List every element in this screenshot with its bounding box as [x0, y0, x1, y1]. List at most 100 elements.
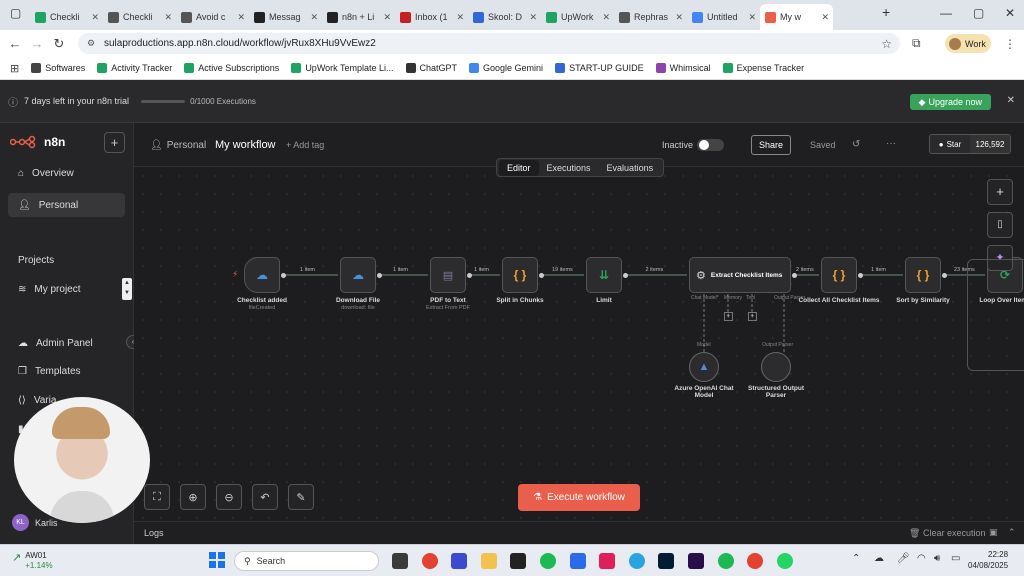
- browser-tab[interactable]: Avoid c ✕: [176, 4, 249, 30]
- browser-tab[interactable]: Inbox (1 ✕: [395, 4, 468, 30]
- bookmark-item[interactable]: Expense Tracker: [722, 63, 804, 73]
- node-output-handle[interactable]: [858, 273, 863, 278]
- pen-icon[interactable]: [569, 553, 586, 569]
- maximize-icon[interactable]: ▢: [973, 6, 984, 20]
- close-tab-icon[interactable]: ✕: [310, 12, 318, 23]
- sidebar-item-admin-panel[interactable]: ☁ Admin Panel: [8, 331, 125, 355]
- active-toggle[interactable]: [697, 139, 724, 151]
- node-output-handle[interactable]: [623, 273, 628, 278]
- spotify-icon[interactable]: [540, 553, 556, 569]
- file-explorer-icon[interactable]: [392, 553, 408, 569]
- node-output-handle[interactable]: [539, 273, 544, 278]
- workflow-node[interactable]: ⇊: [586, 257, 622, 293]
- browser-tab[interactable]: Checkli ✕: [103, 4, 176, 30]
- new-tab-plus-icon[interactable]: +: [882, 4, 890, 20]
- add-memory-button[interactable]: +: [724, 312, 733, 321]
- media-icon[interactable]: [451, 553, 468, 569]
- breadcrumb[interactable]: 👤︎ Personal: [150, 140, 206, 151]
- address-bar[interactable]: ⚙ sulaproductions.app.n8n.cloud/workflow…: [78, 33, 900, 54]
- browser-tab[interactable]: Checkli ✕: [30, 4, 103, 30]
- premiere-icon[interactable]: [688, 553, 704, 569]
- workflow-node[interactable]: ☁: [244, 257, 280, 293]
- clock[interactable]: 22:28 04/08/2025: [968, 549, 1008, 571]
- workflow-canvas[interactable]: Editor Executions Evaluations ☁ Checklist…: [134, 158, 1024, 521]
- browser-tab[interactable]: Untitled ✕: [687, 4, 760, 30]
- browser-tab[interactable]: My w ✕: [760, 4, 833, 30]
- telegram-icon[interactable]: [628, 553, 645, 569]
- close-tab-icon[interactable]: ✕: [748, 12, 756, 23]
- browser-tab[interactable]: Messag ✕: [249, 4, 322, 30]
- taskbar-search[interactable]: ⚲ Search: [234, 551, 379, 571]
- close-tab-icon[interactable]: ✕: [237, 12, 245, 23]
- execute-workflow-button[interactable]: ⚗ Execute workflow: [518, 484, 640, 511]
- bookmark-item[interactable]: START-UP GUIDE: [555, 63, 644, 73]
- stock-widget[interactable]: ↗ AW01 +1.14%: [12, 551, 53, 571]
- close-tab-icon[interactable]: ✕: [675, 12, 683, 23]
- workflow-node[interactable]: { }: [821, 257, 857, 293]
- forward-icon[interactable]: →: [26, 36, 48, 51]
- upgrade-button[interactable]: ◆ Upgrade now: [909, 94, 991, 110]
- show-hidden-icons[interactable]: ⌃: [852, 553, 860, 564]
- start-windows-icon[interactable]: [209, 552, 225, 568]
- node-output-handle[interactable]: [281, 273, 286, 278]
- create-button[interactable]: +: [104, 132, 125, 153]
- back-icon[interactable]: ←: [4, 36, 26, 51]
- workflow-node[interactable]: ☁: [340, 257, 376, 293]
- fit-view-icon[interactable]: ⛶: [144, 484, 170, 510]
- bookmark-item[interactable]: Whimsical: [655, 63, 711, 73]
- popout-icon[interactable]: ▣: [989, 527, 998, 538]
- bookmark-item[interactable]: UpWork Template Li...: [291, 63, 394, 73]
- sidebar-item-personal[interactable]: 👤︎ Personal: [8, 193, 125, 217]
- browser-tab[interactable]: n8n + Li ✕: [322, 4, 395, 30]
- bookmark-item[interactable]: Google Gemini: [469, 63, 543, 73]
- site-info-icon[interactable]: ⚙: [87, 38, 95, 49]
- slack-icon[interactable]: [599, 553, 616, 569]
- apps-grid-icon[interactable]: ⊞: [10, 62, 19, 75]
- extensions-icon[interactable]: ⧉: [912, 36, 921, 51]
- github-star-button[interactable]: ● Star 126,592: [929, 134, 1011, 154]
- close-tab-icon[interactable]: ✕: [529, 12, 537, 23]
- add-tag-button[interactable]: + Add tag: [286, 140, 324, 150]
- browser-tab[interactable]: UpWork ✕: [541, 4, 614, 30]
- workflow-name[interactable]: My workflow: [215, 139, 276, 151]
- zoom-in-icon[interactable]: ⊕: [180, 484, 206, 510]
- n8n-logo[interactable]: n8n: [10, 135, 65, 149]
- tab-search-icon[interactable]: ▢: [10, 6, 21, 20]
- bookmark-item[interactable]: Active Subscriptions: [184, 63, 279, 73]
- close-tab-icon[interactable]: ✕: [821, 12, 829, 23]
- add-node-button[interactable]: +: [987, 179, 1013, 205]
- sub-node[interactable]: [761, 352, 791, 382]
- profile-button[interactable]: Work: [945, 34, 991, 53]
- wifi-icon[interactable]: ◠: [917, 553, 926, 564]
- whatsapp-icon[interactable]: [776, 553, 793, 569]
- close-tab-icon[interactable]: ✕: [164, 12, 172, 23]
- bookmark-item[interactable]: Activity Tracker: [97, 63, 172, 73]
- close-tab-icon[interactable]: ✕: [91, 12, 99, 23]
- browser-tab[interactable]: Skool: D ✕: [468, 4, 541, 30]
- minimize-icon[interactable]: —: [940, 6, 952, 20]
- node-output-handle[interactable]: [377, 273, 382, 278]
- clear-execution-button[interactable]: 🗑︎ Clear execution: [909, 528, 986, 539]
- sticky-note-icon[interactable]: ▯: [987, 212, 1013, 238]
- workflow-node[interactable]: ⚙ Extract Checklist Items: [689, 257, 791, 293]
- sidebar-scrollbar[interactable]: ▲ ▼: [122, 278, 132, 300]
- bookmark-star-icon[interactable]: ☆: [881, 37, 892, 51]
- cloud-sync-icon[interactable]: ☁: [874, 553, 884, 564]
- volume-icon[interactable]: 🔊︎: [934, 553, 940, 564]
- more-options-icon[interactable]: ···: [886, 138, 896, 149]
- close-tab-icon[interactable]: ✕: [383, 12, 391, 23]
- photoshop-icon[interactable]: [658, 553, 675, 569]
- history-icon[interactable]: ↺: [852, 139, 860, 150]
- undo-icon[interactable]: ↶: [252, 484, 278, 510]
- sidebar-item-templates[interactable]: ❒ Templates: [8, 359, 125, 383]
- bookmark-item[interactable]: ChatGPT: [405, 63, 457, 73]
- logs-bar[interactable]: Logs 🗑︎ Clear execution ▣ ⌃: [134, 521, 1024, 544]
- tidy-up-icon[interactable]: ✎: [288, 484, 314, 510]
- close-window-icon[interactable]: ✕: [1005, 6, 1015, 20]
- close-tab-icon[interactable]: ✕: [456, 12, 464, 23]
- microphone-icon[interactable]: 🎤︎: [897, 553, 910, 564]
- sidebar-item-my-project[interactable]: ≋ My project: [8, 277, 125, 301]
- close-tab-icon[interactable]: ✕: [602, 12, 610, 23]
- close-banner-icon[interactable]: ✕: [1007, 95, 1015, 106]
- bookmark-item[interactable]: Softwares: [31, 63, 85, 73]
